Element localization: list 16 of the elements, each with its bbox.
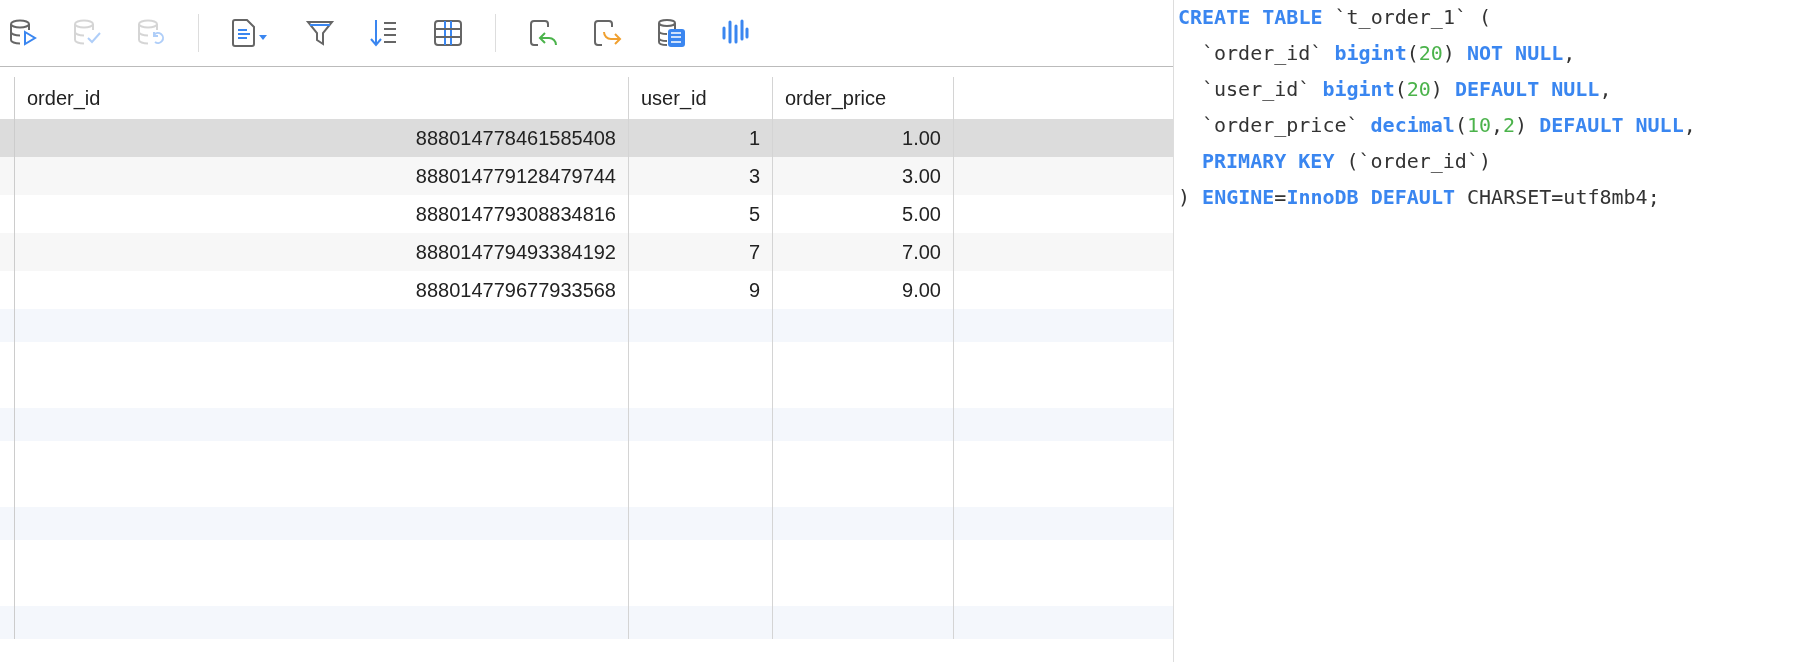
code-line: PRIMARY KEY (`order_id`)	[1201, 148, 1491, 175]
table-row[interactable]: 888014779493384192 7 7.00	[0, 233, 1173, 271]
grid-icon	[433, 18, 463, 48]
database-run-icon	[8, 18, 38, 48]
code-line: ) ENGINE=InnoDB DEFAULT CHARSET=utf8mb4;	[1178, 184, 1660, 211]
code-line: `order_id` bigint(20) NOT NULL,	[1201, 40, 1576, 67]
filter-icon	[305, 18, 335, 48]
code-line: CREATE TABLE `t_order_1` (	[1178, 4, 1492, 31]
table-row[interactable]: 888014779128479744 3 3.00	[0, 157, 1173, 195]
sort-icon	[369, 18, 399, 48]
table-row[interactable]: 888014778461585408 1 1.00	[0, 119, 1173, 157]
export-icon	[592, 18, 622, 48]
import-icon	[528, 18, 558, 48]
database-binary-icon	[656, 18, 686, 48]
code-line: `order_price` decimal(10,2) DEFAULT NULL,	[1201, 112, 1696, 139]
code-line: `user_id` bigint(20) DEFAULT NULL,	[1201, 76, 1612, 103]
